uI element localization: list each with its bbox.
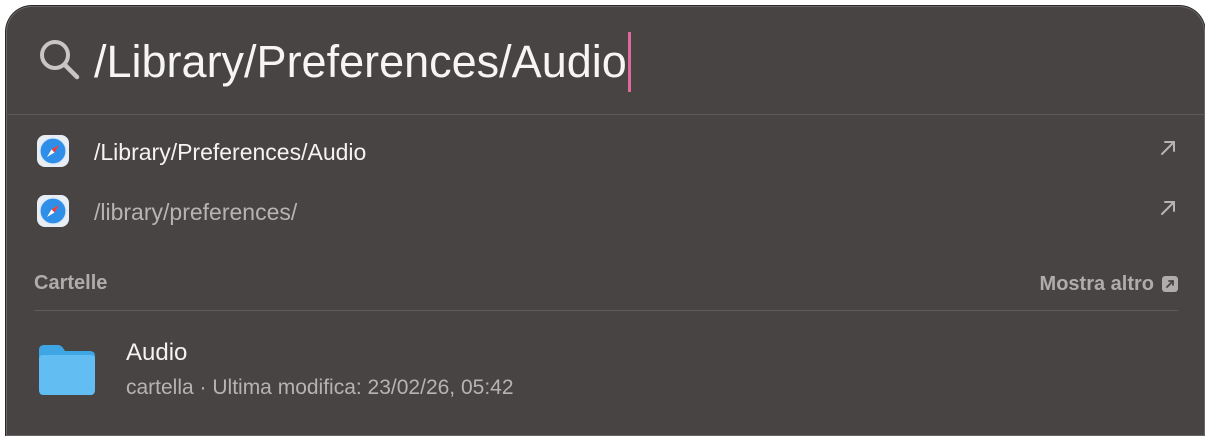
show-more-label: Mostra altro: [1039, 272, 1154, 295]
result-title: Audio: [126, 339, 188, 366]
search-input[interactable]: /Library/Preferences/Audio: [94, 32, 631, 92]
show-more-button[interactable]: Mostra altro: [1040, 272, 1178, 296]
search-query-text: /Library/Preferences/Audio: [94, 36, 627, 87]
suggestion-label: /Library/Preferences/Audio: [94, 139, 367, 165]
result-item[interactable]: Audio cartella · Ultima modifica: 23/02/…: [6, 324, 1205, 414]
spotlight-window: /Library/Preferences/Audio /Library/Pref…: [6, 6, 1205, 436]
open-arrow-icon[interactable]: [1157, 197, 1179, 219]
expand-icon: [1162, 276, 1178, 292]
folder-icon: [39, 345, 95, 395]
suggestion-item[interactable]: /Library/Preferences/Audio: [6, 124, 1205, 180]
suggestion-item[interactable]: /library/preferences/: [6, 184, 1205, 240]
section-title: Cartelle: [34, 272, 108, 294]
safari-icon: [37, 135, 69, 167]
open-arrow-icon[interactable]: [1157, 137, 1179, 159]
text-caret: [627, 32, 631, 92]
section-header-folders: Cartelle Mostra altro: [34, 270, 1178, 311]
suggestion-label: /library/preferences/: [94, 199, 298, 225]
search-bar[interactable]: /Library/Preferences/Audio: [6, 6, 1205, 115]
result-subtitle: cartella · Ultima modifica: 23/02/26, 05…: [126, 376, 514, 399]
search-icon: [40, 40, 80, 80]
safari-icon: [37, 195, 69, 227]
